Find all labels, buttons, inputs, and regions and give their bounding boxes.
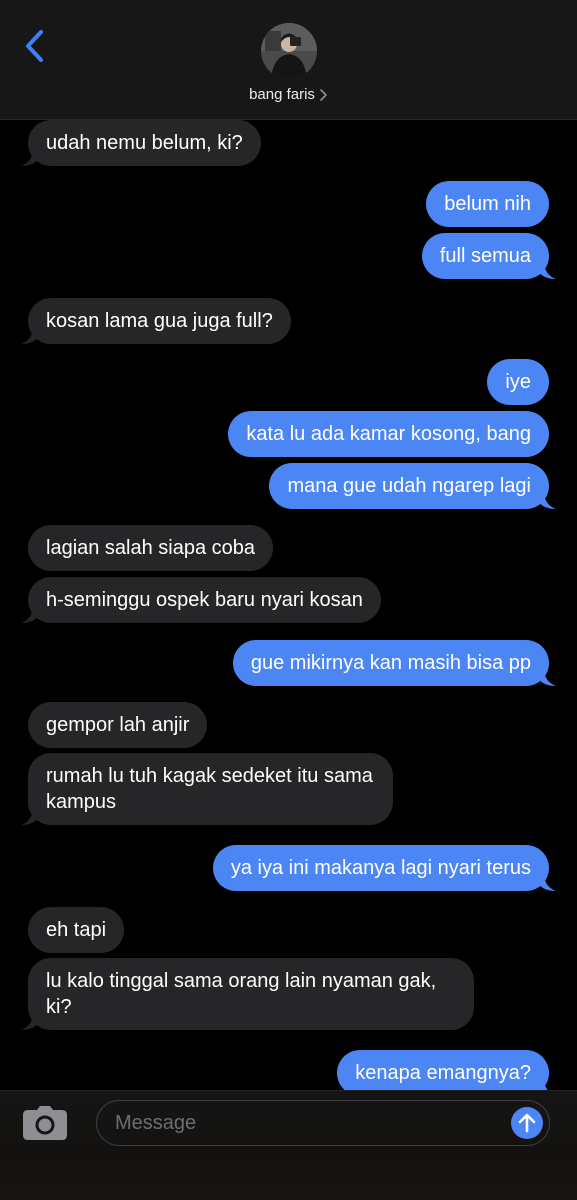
bubble-tail-icon bbox=[538, 261, 556, 279]
bubble-tail-icon bbox=[21, 148, 39, 166]
message-bubble-outgoing[interactable]: full semua bbox=[421, 233, 556, 279]
avatar[interactable] bbox=[261, 23, 317, 79]
bubble-tail-icon bbox=[21, 605, 39, 623]
message-text: eh tapi bbox=[46, 919, 107, 941]
message-text: kata lu ada kamar kosong, bang bbox=[246, 423, 531, 445]
message-text: gempor lah anjir bbox=[46, 714, 190, 736]
bubble-tail-icon bbox=[21, 1012, 39, 1030]
camera-icon bbox=[23, 1106, 67, 1140]
message-text: rumah lu tuh kagak sedeket itu sama kamp… bbox=[46, 765, 373, 813]
message-text: lu kalo tinggal sama orang lain nyaman g… bbox=[46, 970, 437, 1018]
message-bubble-outgoing[interactable]: mana gue udah ngarep lagi bbox=[269, 463, 556, 509]
message-bubble-incoming[interactable]: gempor lah anjir bbox=[28, 702, 208, 748]
chevron-right-icon bbox=[320, 88, 327, 101]
message-field bbox=[96, 1100, 550, 1146]
contact-name-button[interactable]: bang faris bbox=[0, 86, 577, 103]
bubble-tail-icon bbox=[21, 807, 39, 825]
messages-screen: udah nemu belum, ki? belum nih full semu… bbox=[0, 0, 577, 1200]
message-bubble-outgoing[interactable]: ya iya ini makanya lagi nyari terus bbox=[212, 845, 556, 891]
back-button[interactable] bbox=[14, 26, 54, 66]
message-bubble-outgoing[interactable]: belum nih bbox=[426, 181, 549, 227]
message-text: gue mikirnya kan masih bisa pp bbox=[250, 652, 531, 674]
message-text: ya iya ini makanya lagi nyari terus bbox=[230, 857, 531, 879]
chevron-left-icon bbox=[26, 30, 43, 62]
message-text: kosan lama gua juga full? bbox=[46, 310, 273, 332]
message-bubble-outgoing[interactable]: gue mikirnya kan masih bisa pp bbox=[232, 640, 556, 686]
message-bubble-outgoing[interactable]: kata lu ada kamar kosong, bang bbox=[228, 411, 549, 457]
message-text: iye bbox=[505, 371, 531, 393]
bubble-tail-icon bbox=[21, 326, 39, 344]
message-text: lagian salah siapa coba bbox=[46, 537, 256, 559]
send-button[interactable] bbox=[511, 1107, 543, 1139]
message-text: kenapa emangnya? bbox=[355, 1062, 531, 1084]
message-text: mana gue udah ngarep lagi bbox=[287, 475, 531, 497]
bubble-tail-icon bbox=[538, 668, 556, 686]
message-bubble-incoming[interactable]: rumah lu tuh kagak sedeket itu sama kamp… bbox=[21, 753, 393, 825]
bubble-tail-icon bbox=[538, 873, 556, 891]
bubble-tail-icon bbox=[538, 491, 556, 509]
message-text: belum nih bbox=[444, 193, 531, 215]
contact-photo-icon bbox=[261, 23, 317, 79]
message-text: udah nemu belum, ki? bbox=[46, 132, 243, 154]
contact-name: bang faris bbox=[249, 86, 315, 103]
message-bubble-incoming[interactable]: lu kalo tinggal sama orang lain nyaman g… bbox=[21, 958, 474, 1030]
message-bubble-incoming[interactable]: h-seminggu ospek baru nyari kosan bbox=[21, 577, 381, 623]
message-thread[interactable]: udah nemu belum, ki? belum nih full semu… bbox=[0, 0, 577, 1200]
message-input[interactable] bbox=[115, 1101, 495, 1145]
arrow-up-icon bbox=[518, 1113, 536, 1133]
message-bubble-incoming[interactable]: kosan lama gua juga full? bbox=[21, 298, 291, 344]
message-bubble-outgoing[interactable]: iye bbox=[487, 359, 549, 405]
message-bubble-incoming[interactable]: eh tapi bbox=[28, 907, 125, 953]
message-bubble-incoming[interactable]: udah nemu belum, ki? bbox=[21, 120, 261, 166]
message-text: full semua bbox=[439, 245, 531, 267]
conversation-header: bang faris bbox=[0, 0, 577, 120]
message-text: h-seminggu ospek baru nyari kosan bbox=[46, 589, 363, 611]
message-bubble-incoming[interactable]: lagian salah siapa coba bbox=[28, 525, 274, 571]
message-composer-bar bbox=[0, 1090, 577, 1200]
camera-button[interactable] bbox=[22, 1105, 68, 1141]
